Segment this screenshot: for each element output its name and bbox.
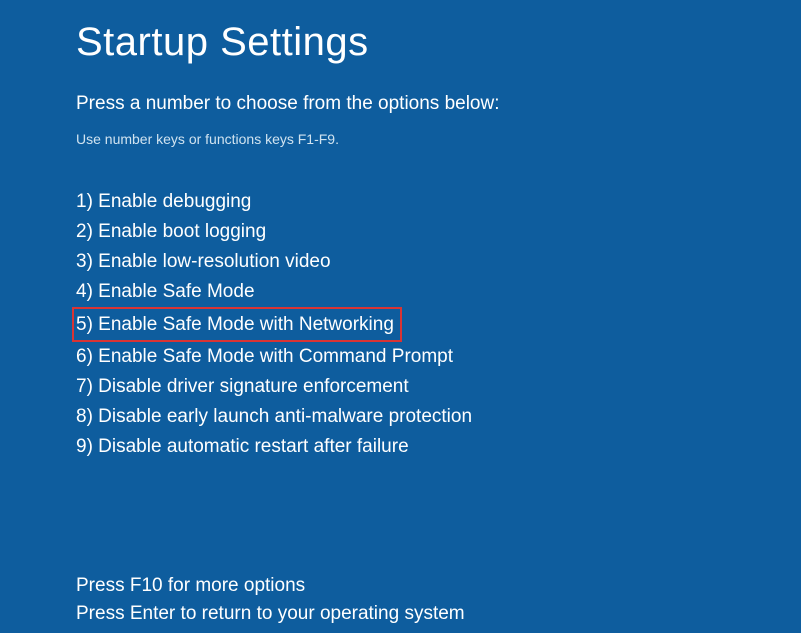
return-hint: Press Enter to return to your operating … [76, 600, 801, 628]
option-5-highlighted[interactable]: 5) Enable Safe Mode with Networking [72, 307, 402, 342]
page-title: Startup Settings [76, 20, 801, 65]
footer: Press F10 for more options Press Enter t… [76, 572, 801, 628]
options-list: 1) Enable debugging 2) Enable boot loggi… [76, 187, 801, 462]
subtitle: Press a number to choose from the option… [76, 93, 801, 115]
hint-text: Use number keys or functions keys F1-F9. [76, 131, 801, 147]
option-7[interactable]: 7) Disable driver signature enforcement [76, 372, 409, 401]
option-3[interactable]: 3) Enable low-resolution video [76, 247, 331, 276]
option-9[interactable]: 9) Disable automatic restart after failu… [76, 432, 409, 461]
option-1[interactable]: 1) Enable debugging [76, 187, 251, 216]
option-8[interactable]: 8) Disable early launch anti-malware pro… [76, 402, 472, 431]
option-4[interactable]: 4) Enable Safe Mode [76, 277, 255, 306]
option-6[interactable]: 6) Enable Safe Mode with Command Prompt [76, 342, 453, 371]
more-options-hint: Press F10 for more options [76, 572, 801, 600]
option-2[interactable]: 2) Enable boot logging [76, 217, 266, 246]
